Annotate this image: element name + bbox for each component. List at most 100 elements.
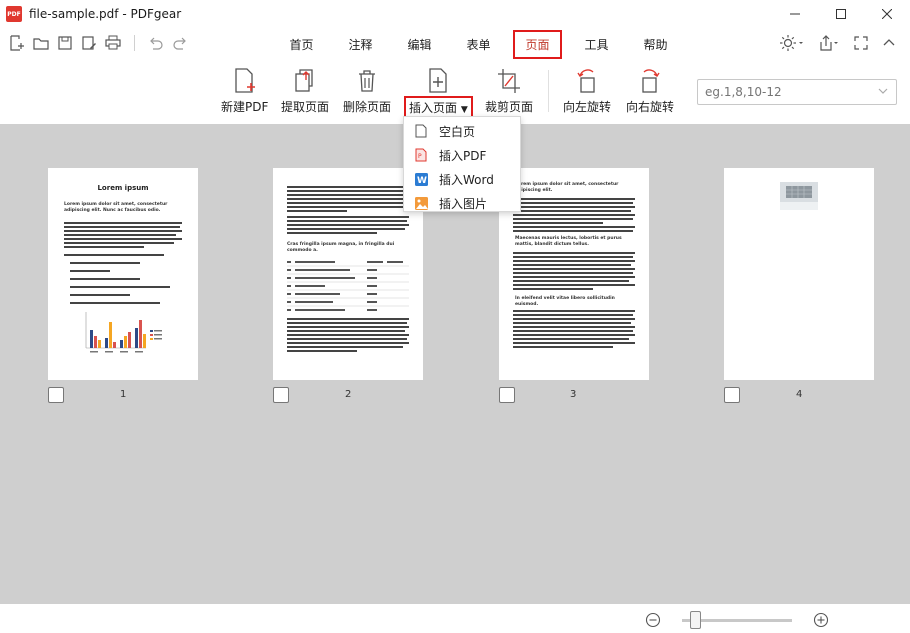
tab-label: 帮助 xyxy=(643,37,668,52)
window-title: file-sample.pdf - PDFgear xyxy=(29,7,182,21)
page-thumbnail-4[interactable] xyxy=(724,168,874,380)
crop-pages-button[interactable]: 裁剪页面 xyxy=(485,68,533,115)
save-button[interactable] xyxy=(56,34,74,52)
open-folder-button[interactable] xyxy=(32,34,50,52)
print-button[interactable] xyxy=(104,34,122,52)
tab-page[interactable]: 页面 xyxy=(508,28,567,60)
minimize-button[interactable] xyxy=(772,0,818,28)
maximize-button[interactable] xyxy=(818,0,864,28)
chevron-down-icon[interactable] xyxy=(878,86,888,96)
menu-item-blank-page[interactable]: 空白页 xyxy=(404,119,520,143)
save-as-button[interactable] xyxy=(80,34,98,52)
tab-label: 表单 xyxy=(466,37,491,52)
print-icon xyxy=(105,35,121,50)
chart-thumbnail-image xyxy=(85,312,162,353)
zoom-slider-handle[interactable] xyxy=(690,611,701,629)
tab-edit[interactable]: 编辑 xyxy=(390,28,449,60)
page-checkbox-2[interactable] xyxy=(273,387,289,403)
zoom-in-icon[interactable] xyxy=(813,612,829,628)
menu-item-label: 插入图片 xyxy=(439,196,488,211)
app-logo-icon: PDF xyxy=(6,6,22,22)
rotate-right-button[interactable]: 向右旋转 xyxy=(626,68,674,115)
theme-button[interactable] xyxy=(780,34,804,52)
menu-item-label: 空白页 xyxy=(439,124,476,139)
rotate-right-label: 向右旋转 xyxy=(626,100,675,114)
new-pdf-icon xyxy=(235,68,255,93)
main-menu-tabs: 首页 注释 编辑 表单 页面 工具 帮助 xyxy=(272,28,685,60)
page-thumbnail-2[interactable]: Cras fringilla ipsum magna, in fringilla… xyxy=(273,168,423,380)
page-range-input[interactable] xyxy=(697,79,897,105)
close-icon xyxy=(882,9,892,19)
tab-form[interactable]: 表单 xyxy=(449,28,508,60)
page-subheading: In eleifend velit vitae libero sollicitu… xyxy=(515,296,615,307)
menu-bar: 首页 注释 编辑 表单 页面 工具 帮助 xyxy=(0,28,910,60)
minimize-icon xyxy=(790,13,800,15)
zoom-out-icon[interactable] xyxy=(645,612,661,628)
extract-pages-label: 提取页面 xyxy=(281,100,330,114)
new-pdf-button[interactable]: 新建PDF xyxy=(221,68,268,115)
tab-annotate[interactable]: 注释 xyxy=(331,28,390,60)
share-button[interactable] xyxy=(818,34,840,52)
image-file-icon xyxy=(414,196,428,210)
page-subheading: Maecenas mauris lectus, lobortis et puru… xyxy=(515,236,622,247)
extract-pages-icon xyxy=(295,69,313,92)
window-controls xyxy=(772,0,910,28)
dropdown-arrow-icon: ▼ xyxy=(460,105,468,115)
tab-label: 首页 xyxy=(289,37,314,52)
page-heading: Lorem ipsum xyxy=(97,184,149,192)
new-file-button[interactable] xyxy=(8,34,26,52)
pdf-file-icon: P xyxy=(414,148,428,162)
title-bar: PDF file-sample.pdf - PDFgear xyxy=(0,0,910,28)
table-thumbnail xyxy=(287,261,409,311)
tab-label: 工具 xyxy=(584,37,609,52)
tab-label: 页面 xyxy=(513,29,562,59)
undo-button[interactable] xyxy=(147,34,165,52)
crop-pages-label: 裁剪页面 xyxy=(485,100,534,114)
close-button[interactable] xyxy=(864,0,910,28)
insert-page-icon xyxy=(429,68,448,93)
tab-help[interactable]: 帮助 xyxy=(626,28,685,60)
menu-item-insert-word[interactable]: W 插入Word xyxy=(404,167,520,191)
blank-page-icon xyxy=(414,124,428,138)
page-checkbox-1[interactable] xyxy=(48,387,64,403)
page-subheading: Lorem ipsum dolor sit amet, consectetur … xyxy=(64,202,168,213)
insert-pages-button[interactable]: 插入页面 ▼ xyxy=(404,68,473,119)
photo-thumbnail-image xyxy=(780,182,818,210)
ribbon-divider xyxy=(548,70,549,112)
toolbar-divider xyxy=(134,35,135,51)
maximize-icon xyxy=(836,9,846,19)
page-thumbnail-1[interactable]: Lorem ipsum Lorem ipsum dolor sit amet, … xyxy=(48,168,198,380)
menu-item-insert-image[interactable]: 插入图片 xyxy=(404,191,520,215)
fullscreen-icon xyxy=(854,36,868,50)
quick-access-toolbar xyxy=(8,34,189,52)
page-thumbnail-3[interactable]: Lorem ipsum dolor sit amet, consectetur … xyxy=(499,168,649,380)
page-checkbox-4[interactable] xyxy=(724,387,740,403)
rotate-left-icon xyxy=(577,69,595,93)
collapse-ribbon-button[interactable] xyxy=(882,34,896,52)
right-toolbar xyxy=(780,34,896,52)
status-bar xyxy=(0,604,910,633)
tab-tools[interactable]: 工具 xyxy=(567,28,626,60)
extract-pages-button[interactable]: 提取页面 xyxy=(281,68,329,115)
tab-home[interactable]: 首页 xyxy=(272,28,331,60)
delete-pages-button[interactable]: 删除页面 xyxy=(343,68,391,115)
new-pdf-label: 新建PDF xyxy=(221,100,269,114)
page-checkbox-3[interactable] xyxy=(499,387,515,403)
insert-pages-menu: 空白页 P 插入PDF W 插入Word 插入图片 xyxy=(403,116,521,212)
page-number: 3 xyxy=(570,389,577,400)
pdfgear-window: PDF file-sample.pdf - PDFgear 首页 注释 编辑 表… xyxy=(0,0,910,633)
share-icon xyxy=(820,35,838,51)
save-as-icon xyxy=(82,36,96,50)
page-ribbon: 新建PDF 提取页面 删除页面 插入页面 ▼ 裁剪页面 向左旋转 向右旋转 xyxy=(0,60,910,124)
tab-label: 注释 xyxy=(348,37,373,52)
undo-icon xyxy=(150,37,163,50)
fullscreen-button[interactable] xyxy=(854,34,868,52)
redo-button[interactable] xyxy=(171,34,189,52)
rotate-left-button[interactable]: 向左旋转 xyxy=(563,68,611,115)
sun-icon xyxy=(780,35,803,51)
word-file-icon: W xyxy=(414,172,428,186)
menu-item-insert-pdf[interactable]: P 插入PDF xyxy=(404,143,520,167)
folder-icon xyxy=(33,38,49,50)
redo-icon xyxy=(173,37,186,50)
page-heading: Cras fringilla ipsum magna, in fringilla… xyxy=(287,242,395,253)
